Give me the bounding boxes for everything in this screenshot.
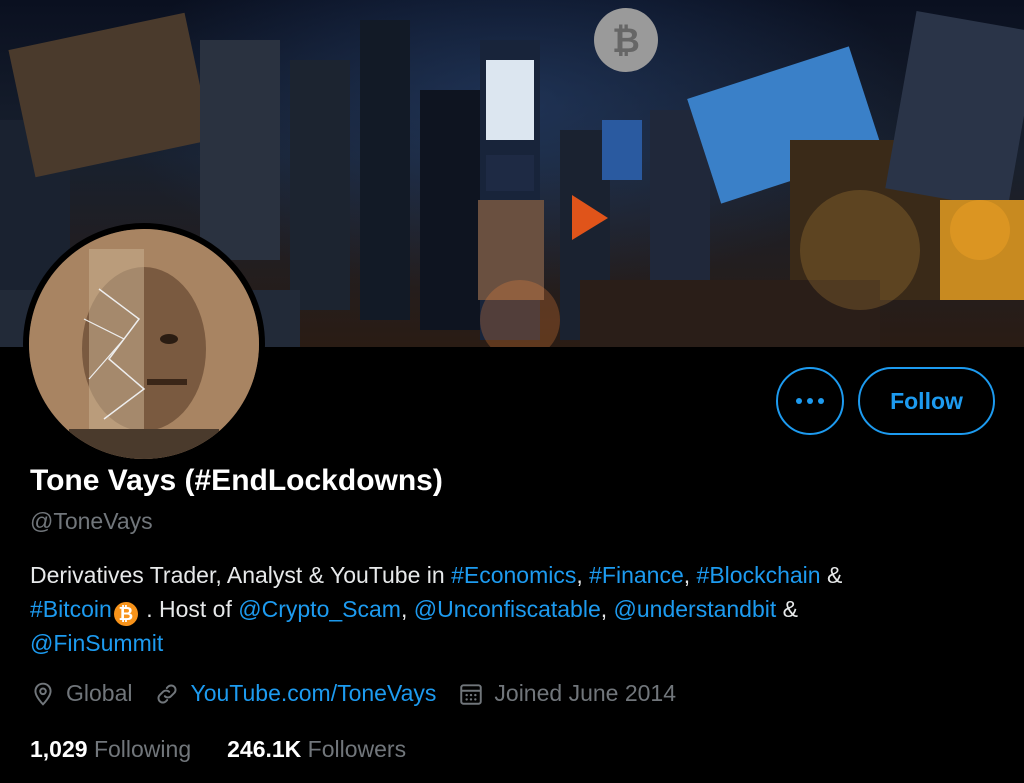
avatar-image [29, 229, 259, 459]
bio-text: Derivatives Trader, Analyst & YouTube in [30, 562, 452, 588]
following-count: 1,029 [30, 736, 88, 762]
bio-separator: , [683, 562, 697, 588]
more-horizontal-icon [796, 398, 824, 404]
followers-label: Followers [307, 736, 407, 762]
link-icon [157, 684, 177, 703]
location-text: Global [66, 680, 133, 706]
user-handle: @ToneVays [30, 508, 153, 534]
following-stat[interactable]: 1,029 Following [30, 736, 191, 763]
bio-separator: & [820, 562, 843, 588]
more-options-button[interactable] [776, 367, 844, 435]
bio-separator: , [400, 596, 414, 622]
avatar-ring[interactable] [23, 223, 265, 465]
following-label: Following [93, 736, 192, 762]
followers-count: 246.1K [227, 736, 302, 762]
hashtag-bitcoin[interactable]: #Bitcoin [30, 596, 112, 622]
mention-unconfiscatable[interactable]: @Unconfiscatable [414, 596, 601, 622]
avatar[interactable] [29, 229, 259, 459]
hashtag-economics[interactable]: #Economics [451, 562, 576, 588]
display-name: Tone Vays (#EndLockdowns) [30, 464, 443, 497]
hashtag-blockchain[interactable]: #Blockchain [697, 562, 821, 588]
profile-bio: Derivatives Trader, Analyst & YouTube in… [30, 558, 980, 660]
mention-understandbit[interactable]: @understandbit [614, 596, 777, 622]
hashtag-finance[interactable]: #Finance [589, 562, 684, 588]
website-link[interactable]: YouTube.com/ToneVays [190, 680, 436, 707]
bio-text: . Host of [139, 596, 239, 622]
bio-separator: , [576, 562, 590, 588]
bio-separator: & [776, 596, 798, 622]
website-item[interactable]: YouTube.com/ToneVays [154, 680, 436, 707]
joined-item: Joined June 2014 [458, 680, 676, 707]
calendar-icon [460, 683, 483, 705]
joined-text: Joined June 2014 [494, 680, 677, 706]
followers-stat[interactable]: 246.1K Followers [227, 736, 406, 763]
location-pin-icon [34, 682, 52, 706]
mention-crypto-scam[interactable]: @Crypto_Scam [238, 596, 401, 622]
bio-separator: , [600, 596, 614, 622]
location-item: Global [30, 680, 132, 707]
profile-stats: 1,029 Following 246.1K Followers [30, 736, 442, 763]
mention-finsummit[interactable]: @FinSummit [30, 630, 163, 656]
profile-meta: Global YouTube.com/ToneVays Joined June … [30, 680, 698, 707]
follow-button[interactable]: Follow [858, 367, 995, 435]
bitcoin-emoji-icon: ₿ [113, 602, 138, 626]
svg-text:₿: ₿ [612, 21, 640, 61]
